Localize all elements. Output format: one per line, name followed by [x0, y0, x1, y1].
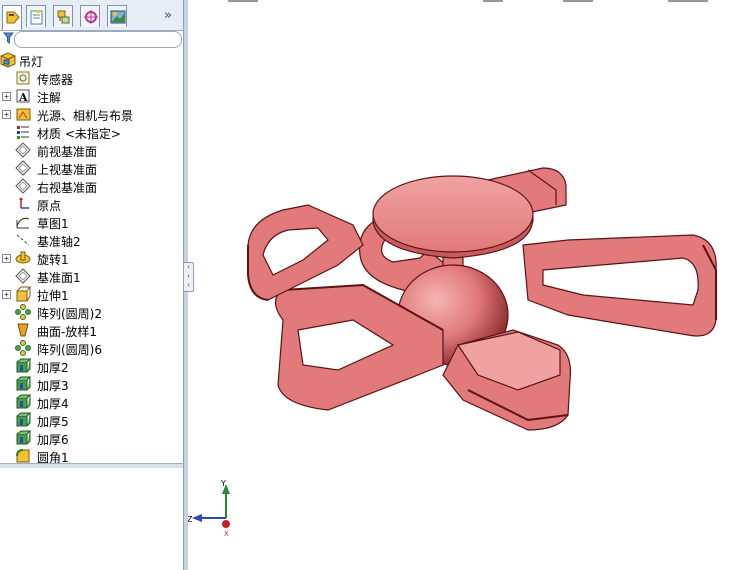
- dimxpert-tab-icon: [84, 10, 98, 24]
- tree-item-label: 注解: [37, 91, 62, 105]
- triad-x-label: X: [224, 530, 229, 538]
- tree-item-label: 右视基准面: [37, 181, 98, 195]
- tree-item-label: 前视基准面: [37, 145, 98, 159]
- origin-icon: [15, 196, 31, 212]
- plane-icon: [15, 160, 31, 176]
- tab-display-manager[interactable]: [107, 5, 127, 27]
- tree-item[interactable]: 曲面-放样1: [0, 321, 183, 339]
- thicken-icon: [15, 358, 32, 374]
- tree-item[interactable]: 传感器: [0, 69, 183, 87]
- tree-item[interactable]: + 旋转1: [0, 249, 183, 267]
- tree-item[interactable]: 加厚5: [0, 411, 183, 429]
- configurationmanager-tab-icon: [57, 10, 70, 24]
- x-axis-dot-icon: [222, 520, 230, 528]
- pendant-lamp-model[interactable]: [247, 167, 717, 431]
- fillet-icon: [15, 448, 31, 464]
- tree-filter: [0, 31, 182, 48]
- tree-item-label: 加厚4: [37, 397, 69, 411]
- plane-icon: [15, 178, 31, 194]
- tree-item-label: 基准面1: [37, 271, 81, 285]
- tree-item[interactable]: 阵列(圆周)2: [0, 303, 183, 321]
- thicken-icon: [15, 394, 32, 410]
- tree-item-label: 阵列(圆周)6: [37, 343, 102, 357]
- model-view: [247, 167, 717, 431]
- sensor-icon: [15, 70, 31, 86]
- tree-item[interactable]: 材质 <未指定>: [0, 123, 183, 141]
- tree-item-label: 基准轴2: [37, 235, 81, 249]
- graphics-viewport[interactable]: Y Z X: [188, 0, 746, 570]
- propertymanager-tab-icon: [30, 10, 43, 25]
- tab-featuremanager[interactable]: [2, 5, 22, 30]
- circular-pattern-icon: [15, 304, 31, 320]
- tab-propertymanager[interactable]: [26, 5, 46, 27]
- tree-item-label: 上视基准面: [37, 163, 98, 177]
- revolve-icon: [15, 250, 31, 266]
- plane-icon: [15, 268, 31, 284]
- tree-item-label: 加厚6: [37, 433, 69, 447]
- tree-item[interactable]: 加厚6: [0, 429, 183, 447]
- expand-toggle-icon[interactable]: +: [2, 110, 11, 119]
- expand-toggle-icon[interactable]: +: [2, 290, 11, 299]
- expand-toggle-icon[interactable]: +: [2, 92, 11, 101]
- more-tabs-button[interactable]: »: [164, 8, 172, 23]
- thicken-icon: [15, 412, 32, 428]
- thicken-icon: [15, 430, 32, 446]
- tree-item[interactable]: 加厚3: [0, 375, 183, 393]
- lights-cameras-icon: [15, 106, 31, 122]
- featuremanager-panel: » 吊灯 传感器 + A 注解 + 光源、相机与布景 材质 <未指定> 前视基准面上视基准面右…: [0, 0, 183, 570]
- extrude-icon: [15, 286, 31, 302]
- expand-toggle-icon[interactable]: +: [2, 254, 11, 263]
- surface-loft-icon: [15, 322, 31, 338]
- tree-item[interactable]: + A 注解: [0, 87, 183, 105]
- tree-root-label: 吊灯: [19, 55, 44, 69]
- tree-item[interactable]: 上视基准面: [0, 159, 183, 177]
- tab-dimxpert[interactable]: [80, 5, 100, 27]
- tree-item-label: 草图1: [37, 217, 69, 231]
- circular-pattern-icon: [15, 340, 31, 356]
- tree-item-label: 原点: [37, 199, 62, 213]
- triad-y-label: Y: [220, 479, 226, 488]
- display-manager-tab-icon: [110, 10, 126, 24]
- tree-item-label: 传感器: [37, 73, 74, 87]
- panel-splitter[interactable]: [0, 463, 183, 468]
- tree-item[interactable]: + 光源、相机与布景: [0, 105, 183, 123]
- tree-item-label: 光源、相机与布景: [37, 109, 134, 123]
- tree-item-label: 拉伸1: [37, 289, 69, 303]
- tree-item-label: 曲面-放样1: [37, 325, 97, 339]
- tree-root-item[interactable]: 吊灯: [0, 51, 183, 69]
- tree-item-label: 加厚2: [37, 361, 69, 375]
- tab-configurationmanager[interactable]: [53, 5, 73, 27]
- tree-item[interactable]: 右视基准面: [0, 177, 183, 195]
- manager-tab-bar: »: [0, 0, 183, 31]
- tree-item[interactable]: 加厚2: [0, 357, 183, 375]
- tree-item[interactable]: 加厚4: [0, 393, 183, 411]
- z-axis-arrow-icon: [192, 514, 202, 522]
- triad-z-label: Z: [188, 515, 193, 524]
- tree-item-label: 阵列(圆周)2: [37, 307, 102, 321]
- plane-icon: [15, 142, 31, 158]
- annotation-icon: A: [15, 88, 31, 104]
- tree-item[interactable]: 基准面1: [0, 267, 183, 285]
- thicken-icon: [15, 376, 32, 392]
- featuremanager-tab-icon: [6, 11, 20, 24]
- tree-item-label: 加厚3: [37, 379, 69, 393]
- tree-item[interactable]: 基准轴2: [0, 231, 183, 249]
- tree-item[interactable]: 原点: [0, 195, 183, 213]
- axis-icon: [15, 232, 31, 248]
- reference-triad: Y Z X: [188, 479, 230, 538]
- tree-item[interactable]: 草图1: [0, 213, 183, 231]
- filter-input[interactable]: [14, 31, 182, 48]
- tree-item-label: 加厚5: [37, 415, 69, 429]
- tree-item[interactable]: + 拉伸1: [0, 285, 183, 303]
- tree-item-label: 材质 <未指定>: [37, 127, 121, 141]
- sketch-icon: [15, 214, 31, 230]
- filter-icon[interactable]: [3, 32, 14, 44]
- material-icon: [15, 124, 31, 140]
- part-icon: [0, 52, 16, 68]
- tree-item[interactable]: 前视基准面: [0, 141, 183, 159]
- svg-text:A: A: [18, 91, 28, 104]
- tree-item-label: 旋转1: [37, 253, 69, 267]
- tree-item[interactable]: 阵列(圆周)6: [0, 339, 183, 357]
